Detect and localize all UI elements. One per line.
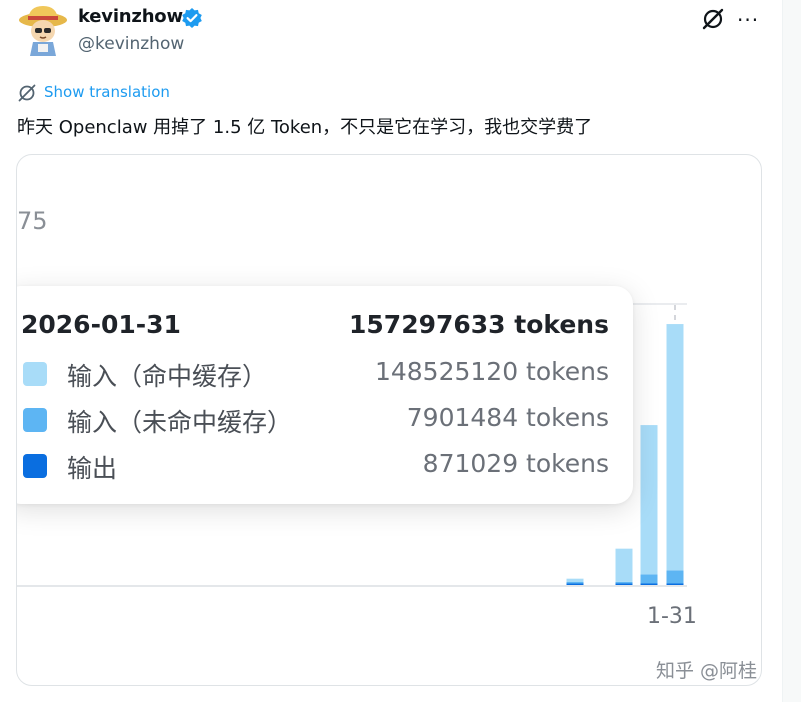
tooltip-row-output: 输出 871029 tokens — [17, 448, 633, 483]
tweet-media-card[interactable]: 75 2026-01-31 157297633 tokens 输入（命中缓存） … — [16, 154, 762, 686]
chart-tooltip: 2026-01-31 157297633 tokens 输入（命中缓存） 148… — [17, 286, 633, 504]
tooltip-label: 输入（未命中缓存） — [67, 408, 293, 437]
tooltip-value: 7901484 tokens — [406, 403, 609, 432]
bar-1-30-series-2[interactable] — [640, 583, 658, 586]
show-translation-label[interactable]: Show translation — [44, 83, 170, 101]
translate-icon — [17, 83, 37, 103]
tooltip-total: 157297633 tokens — [349, 310, 609, 339]
tooltip-row-input-cache-hit: 输入（命中缓存） 148525120 tokens — [17, 356, 633, 391]
bar-1-29-series-1[interactable] — [615, 581, 633, 584]
bar-1-29-series-2[interactable] — [615, 583, 633, 586]
tooltip-label: 输入（命中缓存） — [67, 362, 268, 391]
avatar[interactable] — [16, 4, 70, 60]
bar-1-31-series-0[interactable] — [666, 324, 684, 571]
more-icon[interactable]: ··· — [737, 8, 759, 32]
x-axis-tick-label: 1-31 — [647, 604, 697, 629]
tooltip-date: 2026-01-31 — [21, 310, 181, 339]
legend-swatch — [23, 454, 47, 478]
legend-swatch — [23, 408, 47, 432]
tooltip-row-input-cache-miss: 输入（未命中缓存） 7901484 tokens — [17, 402, 633, 437]
bar-1-28-series-0[interactable] — [566, 578, 584, 582]
legend-swatch — [23, 362, 47, 386]
bar-1-30-series-1[interactable] — [640, 574, 658, 584]
tooltip-value: 871029 tokens — [422, 449, 609, 478]
bar-1-28-series-1[interactable] — [566, 582, 584, 584]
bar-1-31-series-1[interactable] — [666, 570, 684, 584]
display-name[interactable]: kevinzhow — [78, 6, 183, 27]
bar-1-31-series-2[interactable] — [666, 583, 684, 586]
tooltip-label: 输出 — [67, 454, 118, 483]
handle[interactable]: @kevinzhow — [78, 34, 184, 54]
watermark: 知乎 @阿桂 — [656, 660, 758, 682]
bar-1-28-series-2[interactable] — [566, 583, 584, 586]
verified-badge-icon — [181, 7, 203, 29]
bar-1-30-series-0[interactable] — [640, 425, 658, 575]
scrollbar-track[interactable] — [782, 0, 801, 702]
tooltip-value: 148525120 tokens — [374, 357, 609, 386]
bar-1-29-series-0[interactable] — [615, 548, 633, 582]
grok-icon[interactable] — [701, 7, 725, 31]
tweet-text: 昨天 Openclaw 用掉了 1.5 亿 Token，不只是它在学习，我也交学… — [17, 117, 593, 138]
